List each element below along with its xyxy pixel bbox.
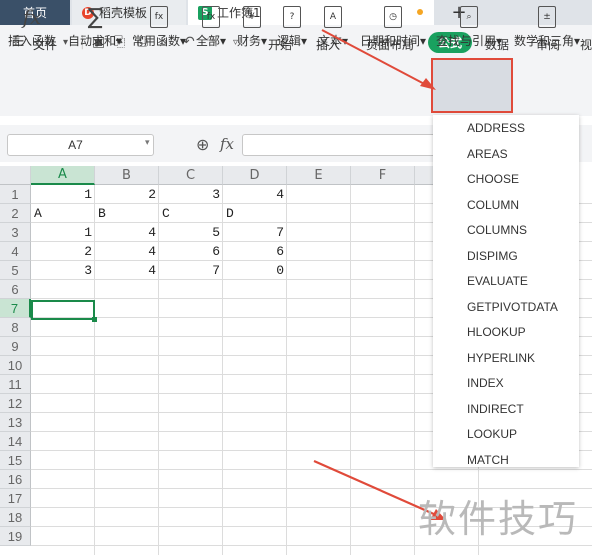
watermark-text: 软件技巧 xyxy=(418,497,579,541)
arrow-to-lookup xyxy=(321,29,433,89)
annotation-arrows xyxy=(313,29,446,520)
arrowhead-top xyxy=(420,78,436,90)
